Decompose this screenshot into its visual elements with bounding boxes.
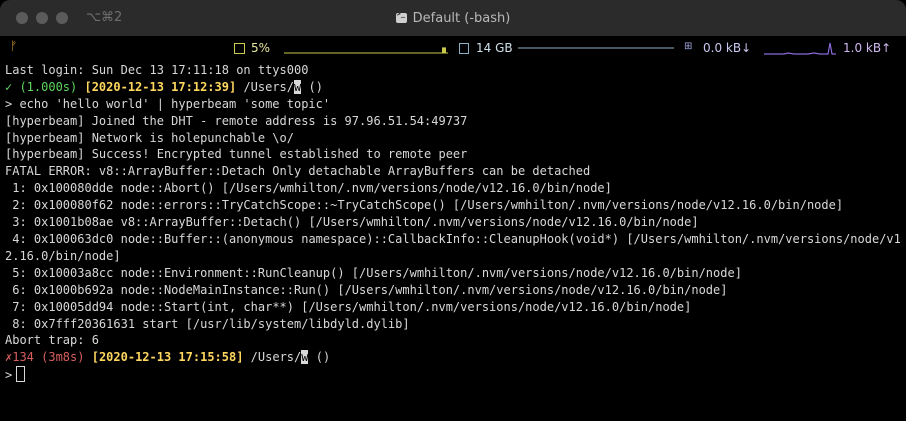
terminal-output[interactable]: Last login: Sun Dec 13 17:11:18 on ttys0… — [5, 62, 905, 420]
input-prompt: > — [5, 368, 13, 383]
prompt-line-1: ✓ (1.000s) [2020-12-13 17:12:39] /Users/… — [5, 79, 905, 96]
window-title-container: Default (-bash) — [0, 0, 906, 36]
close-button[interactable] — [16, 12, 28, 24]
status-bar: ᚠ 5% 14 GB ⊞ 0.0 kB↓ 1.0 kB↑ — [0, 36, 906, 60]
network-icon: ⊞ — [684, 41, 693, 52]
output-line: FATAL ERROR: v8::ArrayBuffer::Detach Onl… — [5, 164, 591, 179]
prompt-suffix: () — [308, 79, 323, 94]
output-line: 5: 0x10003a8cc node::Environment::RunCle… — [5, 265, 742, 280]
terminal-window: ⌥⌘2 Default (-bash) ᚠ 5% 14 GB ⊞ 0.0 kB↓… — [0, 0, 906, 421]
input-line[interactable]: > — [5, 366, 905, 383]
prompt-suffix: () — [315, 350, 331, 365]
prompt-line-2: ✗134 (3m8s) [2020-12-13 17:15:58] /Users… — [5, 349, 905, 366]
maximize-button[interactable] — [56, 12, 68, 24]
command-output: [hyperbeam] Joined the DHT - remote addr… — [5, 113, 905, 350]
cpu-icon — [234, 43, 245, 54]
cpu-graph — [284, 47, 448, 54]
output-line: Abort trap: 6 — [5, 333, 99, 348]
prompt-timestamp: [2020-12-13 17:15:58] — [91, 350, 244, 365]
text-cursor[interactable] — [16, 366, 26, 383]
inline-cursor-char: w — [301, 350, 309, 365]
output-line: 8: 0x7fff20361631 start [/usr/lib/system… — [5, 316, 410, 331]
inline-cursor-char: w — [294, 79, 302, 94]
prompt-path: /Users/ — [250, 350, 302, 365]
last-login-line: Last login: Sun Dec 13 17:11:18 on ttys0… — [5, 63, 309, 77]
command-line: > echo 'hello world' | hyperbeam 'some t… — [5, 96, 331, 111]
cpu-usage: 5% — [251, 41, 271, 55]
memory-usage: 14 GB — [476, 41, 513, 55]
output-line: 1: 0x100080dde node::Abort() [/Users/wmh… — [5, 181, 612, 196]
output-line: 7: 0x10005dd94 node::Start(int, char**) … — [5, 299, 692, 314]
network-graph — [764, 42, 836, 55]
window-title: Default (-bash) — [412, 10, 511, 26]
memory-icon — [459, 43, 469, 54]
window-shortcut: ⌥⌘2 — [86, 10, 123, 25]
output-line: 4: 0x100063dc0 node::Buffer::(anonymous … — [5, 232, 901, 263]
output-line: [hyperbeam] Joined the DHT - remote addr… — [5, 113, 468, 128]
output-line: 2: 0x100080f62 node::errors::TryCatchSco… — [5, 198, 844, 213]
title-bar[interactable]: ⌥⌘2 Default (-bash) — [0, 0, 906, 37]
output-line: 3: 0x1001b08ae v8::ArrayBuffer::Detach()… — [5, 215, 699, 230]
terminal-icon — [395, 10, 407, 23]
output-line: [hyperbeam] Success! Encrypted tunnel es… — [5, 147, 468, 162]
memory-graph — [518, 47, 674, 49]
minimize-button[interactable] — [36, 12, 48, 24]
branch-icon: ᚠ — [10, 39, 18, 53]
network-up: 1.0 kB↑ — [843, 41, 892, 55]
prompt-path: /Users/ — [243, 79, 295, 94]
output-line: [hyperbeam] Network is holepunchable \o/ — [5, 130, 294, 145]
output-line: 6: 0x1000b692a node::NodeMainInstance::R… — [5, 282, 728, 297]
prompt-status: ✓ (1.000s) — [5, 79, 78, 94]
prompt-status-error: ✗134 (3m8s) — [5, 350, 85, 365]
prompt-timestamp: [2020-12-13 17:12:39] — [84, 79, 237, 94]
network-down: 0.0 kB↓ — [703, 41, 752, 55]
